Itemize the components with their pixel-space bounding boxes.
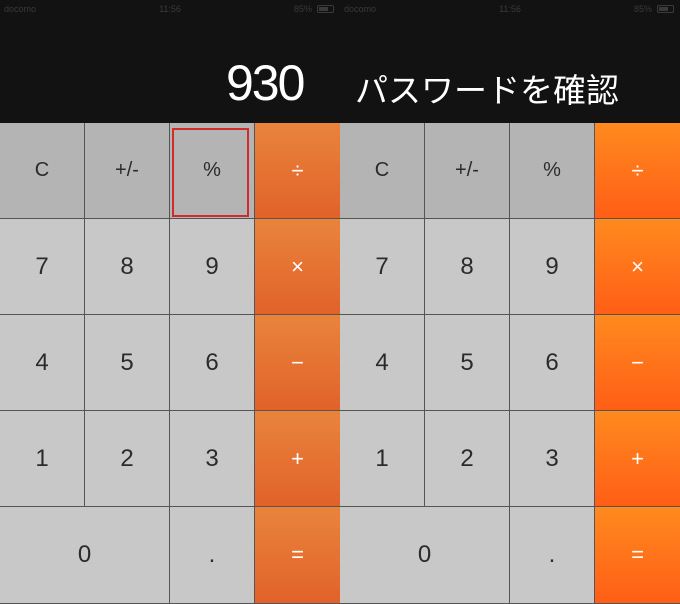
- percent-key[interactable]: %: [170, 123, 255, 219]
- clear-key[interactable]: C: [0, 123, 85, 219]
- battery-icon: [657, 5, 674, 13]
- digit-key-8[interactable]: 8: [425, 219, 510, 315]
- battery-icon: [317, 5, 334, 13]
- digit-key-7[interactable]: 7: [0, 219, 85, 315]
- digit-key-2[interactable]: 2: [85, 411, 170, 507]
- divide-key[interactable]: ÷: [595, 123, 680, 219]
- clock: 11:56: [499, 4, 521, 14]
- equals-key[interactable]: =: [595, 507, 680, 604]
- digit-key-9[interactable]: 9: [510, 219, 595, 315]
- digit-key-0[interactable]: 0: [340, 507, 510, 604]
- add-key[interactable]: +: [255, 411, 340, 507]
- decimal-key[interactable]: .: [170, 507, 255, 604]
- equals-key[interactable]: =: [255, 507, 340, 604]
- caption-confirm-password: パスワードを確認: [355, 72, 619, 109]
- subtract-key[interactable]: −: [255, 315, 340, 411]
- digit-key-6[interactable]: 6: [170, 315, 255, 411]
- digit-key-2[interactable]: 2: [425, 411, 510, 507]
- keypad: C +/-% ÷ 7 8 9 × 4 5 6− 1 2 3 +0. =: [0, 123, 340, 604]
- decimal-key[interactable]: .: [510, 507, 595, 604]
- add-key[interactable]: +: [595, 411, 680, 507]
- digit-key-0[interactable]: 0: [0, 507, 170, 604]
- digit-key-3[interactable]: 3: [170, 411, 255, 507]
- percent-key[interactable]: %: [510, 123, 595, 219]
- status-bar: docomo 11:56 85%: [0, 0, 340, 18]
- digit-key-6[interactable]: 6: [510, 315, 595, 411]
- digit-key-1[interactable]: 1: [0, 411, 85, 507]
- digit-key-8[interactable]: 8: [85, 219, 170, 315]
- digit-key-5[interactable]: 5: [425, 315, 510, 411]
- multiply-key[interactable]: ×: [255, 219, 340, 315]
- clock: 11:56: [159, 4, 181, 14]
- digit-key-3[interactable]: 3: [510, 411, 595, 507]
- keypad: C +/-% ÷ 7 8 9 × 4 5 6− 1 2 3 +0. =: [340, 123, 680, 604]
- digit-key-1[interactable]: 1: [340, 411, 425, 507]
- sign-toggle-key[interactable]: +/-: [85, 123, 170, 219]
- digit-key-7[interactable]: 7: [340, 219, 425, 315]
- digit-key-5[interactable]: 5: [85, 315, 170, 411]
- divide-key[interactable]: ÷: [255, 123, 340, 219]
- clear-key[interactable]: C: [340, 123, 425, 219]
- subtract-key[interactable]: −: [595, 315, 680, 411]
- battery-percent: 85%: [293, 4, 312, 14]
- digit-key-9[interactable]: 9: [170, 219, 255, 315]
- battery-percent: 85%: [633, 4, 652, 14]
- digit-key-4[interactable]: 4: [0, 315, 85, 411]
- result-display: 930: [226, 55, 305, 111]
- status-bar: docomo 11:56 85%: [340, 0, 680, 18]
- sign-toggle-key[interactable]: +/-: [425, 123, 510, 219]
- digit-key-4[interactable]: 4: [340, 315, 425, 411]
- multiply-key[interactable]: ×: [595, 219, 680, 315]
